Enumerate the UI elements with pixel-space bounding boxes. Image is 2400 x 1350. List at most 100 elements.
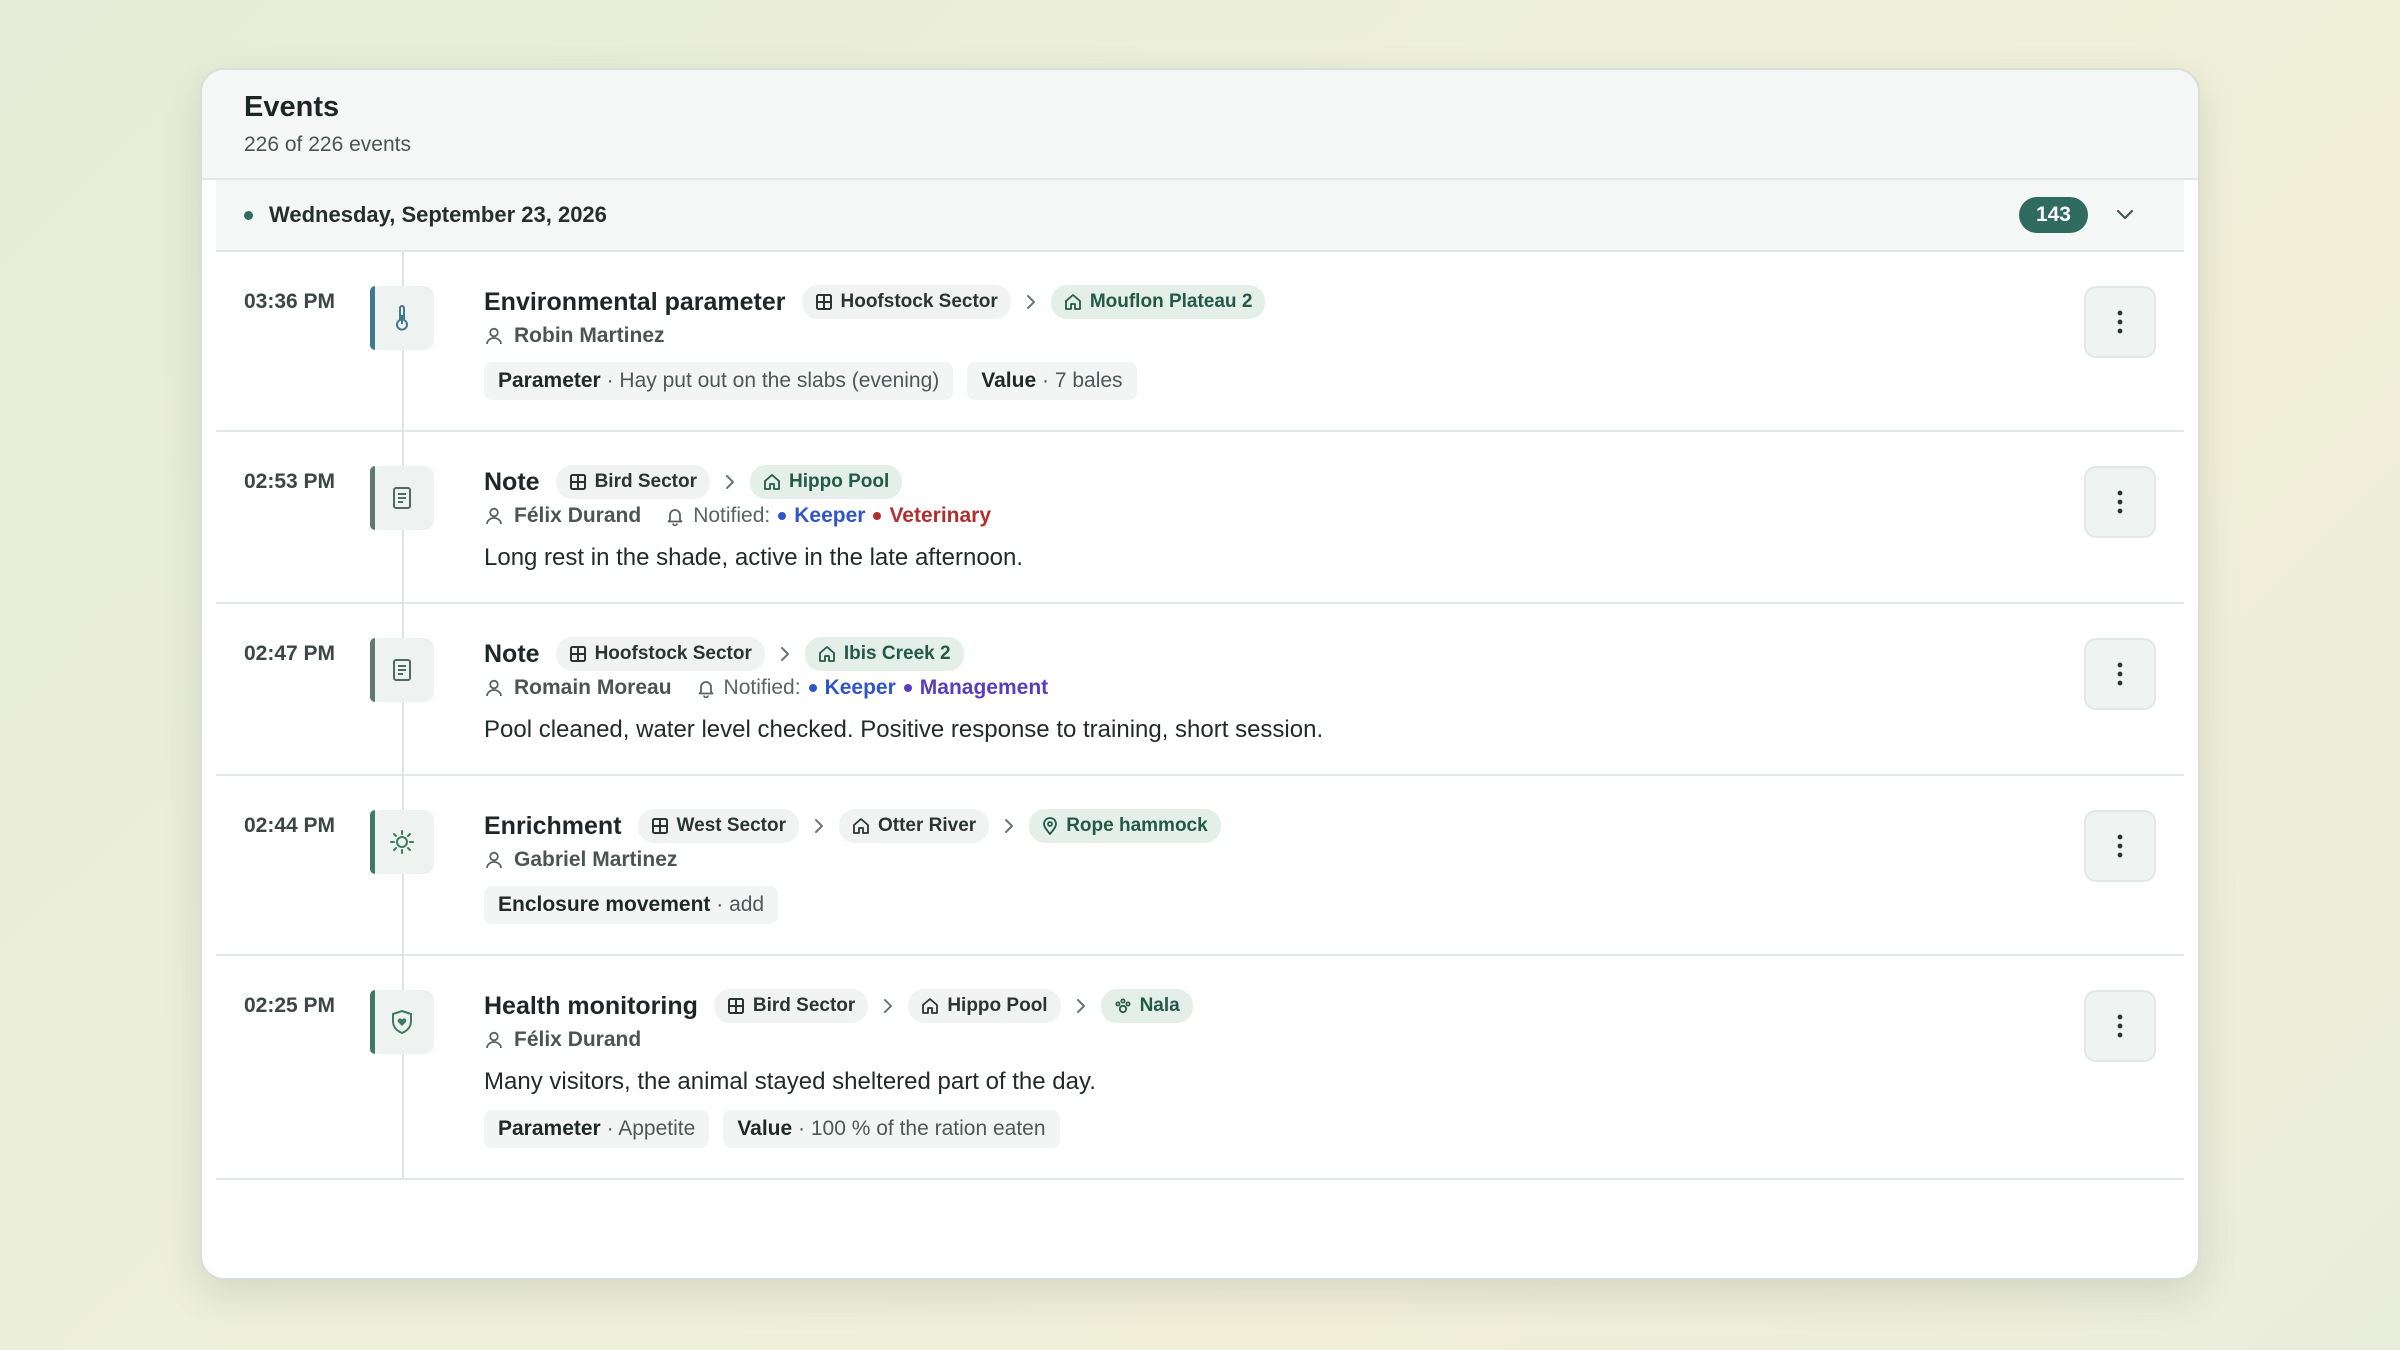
event-type: Health monitoring xyxy=(484,991,698,1020)
enclosure-chip[interactable]: Hippo Pool xyxy=(908,989,1061,1023)
event-author: Félix Durand xyxy=(514,1028,642,1051)
more-vertical-icon xyxy=(2116,833,2124,859)
home-icon xyxy=(921,997,939,1015)
sector-chip[interactable]: Hoofstock Sector xyxy=(801,285,1011,319)
enclosure-label: Otter River xyxy=(878,815,977,836)
event-meta-line: Robin Martinez xyxy=(484,324,2066,348)
chevron-right-icon xyxy=(777,646,793,662)
sector-grid-icon xyxy=(569,473,587,491)
notified-label: Notified: xyxy=(723,676,801,699)
sector-label: Hoofstock Sector xyxy=(594,643,752,664)
sector-chip[interactable]: Hoofstock Sector xyxy=(555,637,765,671)
tag-label: Keeper xyxy=(794,504,866,527)
paw-icon xyxy=(1114,997,1132,1015)
param-chip: Enclosure movement · add xyxy=(484,886,779,924)
param-chip: Value · 100 % of the ration eaten xyxy=(723,1110,1060,1148)
event-description: Long rest in the shade, active in the la… xyxy=(484,544,1024,571)
more-options-button[interactable] xyxy=(2084,990,2156,1062)
more-options-button[interactable] xyxy=(2084,810,2156,882)
item-chip[interactable]: Rope hammock xyxy=(1029,809,1221,843)
enclosure-label: Mouflon Plateau 2 xyxy=(1089,291,1253,312)
tag-dot xyxy=(873,512,882,520)
chevron-right-icon xyxy=(811,818,827,834)
enclosure-chip[interactable]: Hippo Pool xyxy=(749,465,903,499)
day-group: Wednesday, September 23, 2026 143 03:36 … xyxy=(216,180,2184,1278)
user-icon xyxy=(484,850,504,870)
more-options-button[interactable] xyxy=(2084,286,2156,358)
event-time: 03:36 PM xyxy=(244,290,336,313)
sector-grid-icon xyxy=(727,997,745,1015)
sun-icon xyxy=(370,810,434,874)
param-label: Value xyxy=(737,1117,793,1140)
event-author: Gabriel Martinez xyxy=(514,848,678,871)
chevron-right-icon xyxy=(1073,998,1089,1014)
enclosure-chip[interactable]: Otter River xyxy=(839,809,990,843)
event-description: Many visitors, the animal stayed shelter… xyxy=(484,1068,1096,1095)
sector-label: Hoofstock Sector xyxy=(840,291,998,312)
home-icon xyxy=(763,473,781,491)
tag-dot xyxy=(808,684,817,692)
more-options-button[interactable] xyxy=(2084,466,2156,538)
event-row: 02:44 PM Enrichment West Sector Otter River… xyxy=(216,776,2184,956)
item-label: Rope hammock xyxy=(1066,815,1208,836)
enclosure-label: Hippo Pool xyxy=(788,471,890,492)
enclosure-chip[interactable]: Mouflon Plateau 2 xyxy=(1050,285,1266,319)
thermometer-icon xyxy=(370,286,434,350)
user-icon xyxy=(484,1030,504,1050)
event-author: Robin Martinez xyxy=(514,324,665,347)
event-params: Parameter · Hay put out on the slabs (ev… xyxy=(484,362,2066,400)
tag-label: Keeper xyxy=(824,676,896,699)
user-icon xyxy=(484,326,504,346)
more-vertical-icon xyxy=(2116,309,2124,335)
event-params: Enclosure movement · add xyxy=(484,886,2066,924)
events-panel: Events 226 of 226 events Wednesday, Sept… xyxy=(200,68,2200,1280)
tag-dot xyxy=(778,512,787,520)
event-meta-line: Félix Durand xyxy=(484,1028,2066,1052)
event-meta-line: Gabriel Martinez xyxy=(484,848,2066,872)
heart-shield-icon xyxy=(370,990,434,1054)
sector-grid-icon xyxy=(815,293,833,311)
event-header-line: Enrichment West Sector Otter River Rope ham… xyxy=(484,808,2066,844)
event-type: Note xyxy=(484,639,540,668)
notified-group: Notified: Keeper Veterinary xyxy=(665,504,991,528)
day-group-header[interactable]: Wednesday, September 23, 2026 143 xyxy=(216,180,2184,252)
event-row: 03:36 PM Environmental parameter Hoofstock… xyxy=(216,252,2184,432)
chevron-right-icon xyxy=(880,998,896,1014)
chevron-down-icon[interactable] xyxy=(2114,204,2136,226)
event-time: 02:25 PM xyxy=(244,994,336,1017)
sector-label: Bird Sector xyxy=(594,471,697,492)
bell-icon xyxy=(696,678,716,698)
panel-title: Events xyxy=(244,91,340,123)
event-header-line: Environmental parameter Hoofstock Sector M… xyxy=(484,284,2066,320)
tag-label: Veterinary xyxy=(889,504,992,527)
event-row: 02:47 PM Note Hoofstock Sector Ibis Creek 2… xyxy=(216,604,2184,776)
sector-chip[interactable]: Bird Sector xyxy=(713,989,869,1023)
sector-grid-icon xyxy=(651,817,669,835)
notified-tag: Keeper xyxy=(778,504,865,528)
event-body: Enrichment West Sector Otter River Rope ham… xyxy=(484,808,2066,924)
enclosure-label: Hippo Pool xyxy=(947,995,1048,1016)
sector-chip[interactable]: West Sector xyxy=(637,809,799,843)
enclosure-label: Ibis Creek 2 xyxy=(843,643,951,664)
home-icon xyxy=(818,645,836,663)
home-icon xyxy=(1064,293,1082,311)
param-value: add xyxy=(729,893,765,916)
param-chip: Value · 7 bales xyxy=(967,362,1137,400)
event-header-line: Note Hoofstock Sector Ibis Creek 2 xyxy=(484,636,2066,672)
event-meta-line: Félix Durand Notified: Keeper Veterinary xyxy=(484,504,2066,528)
more-options-button[interactable] xyxy=(2084,638,2156,710)
sector-label: West Sector xyxy=(676,815,786,836)
sector-grid-icon xyxy=(569,645,587,663)
enclosure-chip[interactable]: Ibis Creek 2 xyxy=(804,637,964,671)
day-date-label: Wednesday, September 23, 2026 xyxy=(269,202,607,227)
day-dot-icon xyxy=(244,210,253,220)
event-author: Romain Moreau xyxy=(514,676,672,699)
animal-chip[interactable]: Nala xyxy=(1100,989,1193,1023)
location-pin-icon xyxy=(1042,817,1058,835)
more-vertical-icon xyxy=(2116,1013,2124,1039)
sector-chip[interactable]: Bird Sector xyxy=(555,465,710,499)
event-header-line: Health monitoring Bird Sector Hippo Pool Na… xyxy=(484,988,2066,1024)
notified-group: Notified: Keeper Management xyxy=(696,676,1048,700)
event-body: Health monitoring Bird Sector Hippo Pool Na… xyxy=(484,988,2066,1148)
param-chip: Parameter · Hay put out on the slabs (ev… xyxy=(484,362,954,400)
